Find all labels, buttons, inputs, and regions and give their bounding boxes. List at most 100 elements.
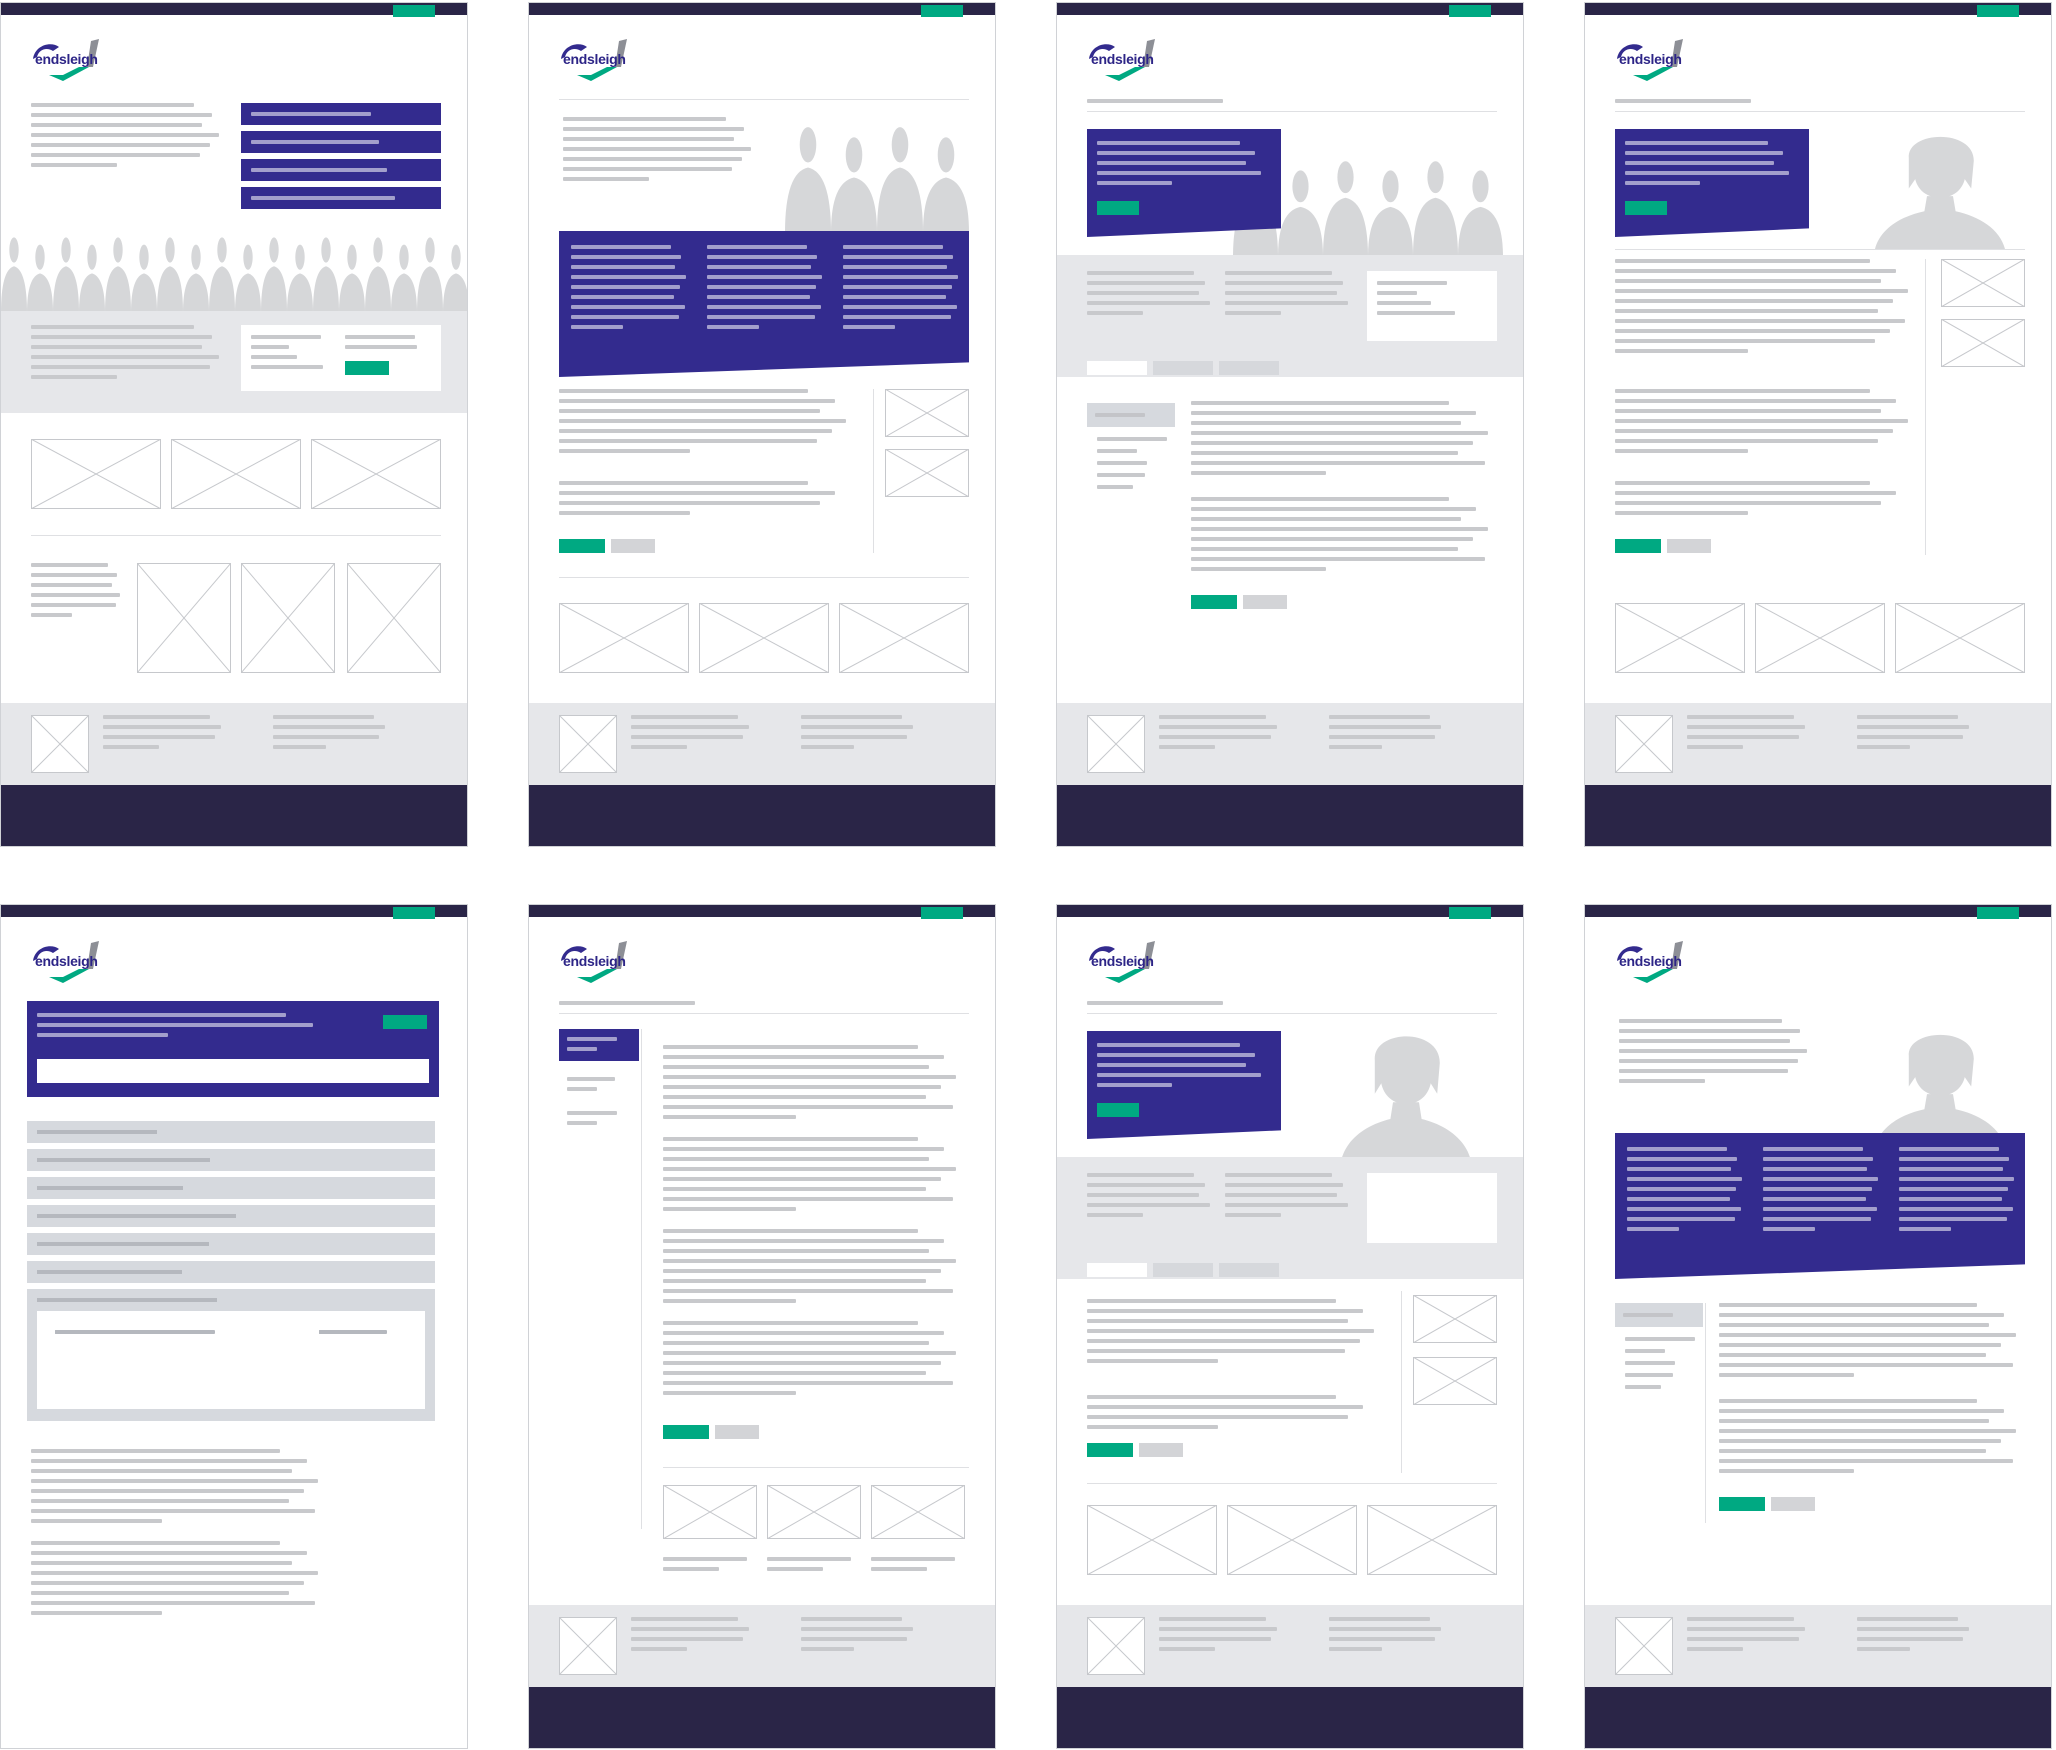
top-tab[interactable]	[1977, 907, 2019, 919]
text-line	[31, 113, 212, 117]
primary-button[interactable]	[345, 361, 389, 375]
secondary-button[interactable]	[715, 1425, 759, 1439]
sidebar-nav-active[interactable]	[1087, 403, 1175, 427]
tab[interactable]	[1153, 1263, 1213, 1277]
text-placeholder	[1191, 401, 1488, 481]
text-line	[1615, 501, 1881, 505]
text-line	[345, 335, 415, 339]
primary-button[interactable]	[663, 1425, 709, 1439]
wireframe-faq-accordion: endsleigh	[0, 904, 468, 1749]
divider-vertical	[1925, 259, 1926, 555]
woman-silhouette	[1875, 1021, 2005, 1147]
text-line	[1087, 1001, 1223, 1005]
wireframe-homepage: endsleigh	[0, 2, 468, 847]
primary-button[interactable]	[1719, 1497, 1765, 1511]
top-tab[interactable]	[921, 907, 963, 919]
text-line	[1191, 567, 1326, 571]
crossed-box-icon	[663, 1485, 757, 1539]
logo[interactable]: endsleigh	[1613, 37, 1687, 85]
secondary-button[interactable]	[1771, 1497, 1815, 1511]
search-input[interactable]	[37, 1059, 429, 1083]
text-line	[1329, 1627, 1441, 1631]
text-line	[663, 1289, 953, 1293]
logo[interactable]: endsleigh	[1085, 939, 1159, 987]
tab[interactable]	[1219, 361, 1279, 375]
primary-button[interactable]	[383, 1015, 427, 1029]
top-tab[interactable]	[1449, 907, 1491, 919]
logo-wordmark: endsleigh	[563, 953, 626, 969]
tab[interactable]	[1153, 361, 1213, 375]
tab[interactable]	[1219, 1263, 1279, 1277]
primary-button[interactable]	[1191, 595, 1237, 609]
text-line	[37, 1242, 209, 1246]
primary-button[interactable]	[1097, 201, 1139, 215]
link-list-item[interactable]	[241, 187, 441, 209]
text-line	[559, 419, 846, 423]
text-placeholder	[1719, 1303, 2016, 1383]
text-line	[1719, 1449, 1986, 1453]
text-line	[1687, 1647, 1743, 1651]
text-placeholder	[345, 335, 417, 355]
promo-panel	[1087, 1031, 1281, 1139]
text-line	[1097, 1073, 1261, 1077]
text-line	[1191, 401, 1449, 405]
primary-button[interactable]	[1097, 1103, 1139, 1117]
text-placeholder	[871, 1557, 955, 1577]
accordion-item[interactable]	[27, 1149, 435, 1171]
logo[interactable]: endsleigh	[29, 37, 103, 85]
top-tab[interactable]	[1449, 5, 1491, 17]
tab[interactable]	[1087, 361, 1147, 375]
link-list-item[interactable]	[241, 159, 441, 181]
primary-button[interactable]	[559, 539, 605, 553]
sidebar-nav-active[interactable]	[1615, 1303, 1703, 1327]
text-line	[663, 1177, 941, 1181]
accordion-item-open[interactable]	[27, 1289, 435, 1421]
text-placeholder	[801, 715, 913, 755]
secondary-button[interactable]	[611, 539, 655, 553]
accordion-item[interactable]	[27, 1121, 435, 1143]
text-line	[1763, 1177, 1878, 1181]
footer-bar	[1, 785, 467, 846]
sidebar-nav-active[interactable]	[559, 1029, 639, 1061]
secondary-button[interactable]	[1243, 595, 1287, 609]
accordion-item[interactable]	[27, 1177, 435, 1199]
text-line	[1719, 1343, 2001, 1347]
logo[interactable]: endsleigh	[1085, 37, 1159, 85]
top-tab[interactable]	[1977, 5, 2019, 17]
crossed-box-icon	[1615, 715, 1673, 773]
top-tab[interactable]	[921, 5, 963, 17]
text-line	[559, 429, 832, 433]
text-line	[663, 1269, 941, 1273]
primary-button[interactable]	[1087, 1443, 1133, 1457]
secondary-button[interactable]	[1139, 1443, 1183, 1457]
logo[interactable]: endsleigh	[29, 939, 103, 987]
text-line	[1225, 291, 1337, 295]
logo[interactable]: endsleigh	[557, 939, 631, 987]
text-placeholder	[1625, 141, 1789, 191]
link-list-item[interactable]	[241, 131, 441, 153]
text-placeholder	[1615, 481, 1896, 521]
link-list-item[interactable]	[241, 103, 441, 125]
top-tab[interactable]	[393, 5, 435, 17]
text-line	[1191, 497, 1449, 501]
text-line	[1225, 1193, 1337, 1197]
primary-button[interactable]	[1615, 539, 1661, 553]
text-placeholder	[1097, 437, 1167, 497]
text-line	[1159, 1647, 1215, 1651]
text-line	[1087, 311, 1143, 315]
text-line	[1719, 1333, 2016, 1337]
text-placeholder	[1377, 281, 1455, 321]
accordion-item[interactable]	[27, 1233, 435, 1255]
tab[interactable]	[1087, 1263, 1147, 1277]
text-line	[663, 1095, 926, 1099]
top-tab[interactable]	[393, 907, 435, 919]
text-line	[1625, 1373, 1673, 1377]
accordion-item[interactable]	[27, 1261, 435, 1283]
primary-button[interactable]	[1625, 201, 1667, 215]
logo[interactable]: endsleigh	[557, 37, 631, 85]
text-line	[663, 1557, 747, 1561]
accordion-item[interactable]	[27, 1205, 435, 1227]
secondary-button[interactable]	[1667, 539, 1711, 553]
logo[interactable]: endsleigh	[1613, 939, 1687, 987]
text-line	[563, 167, 732, 171]
